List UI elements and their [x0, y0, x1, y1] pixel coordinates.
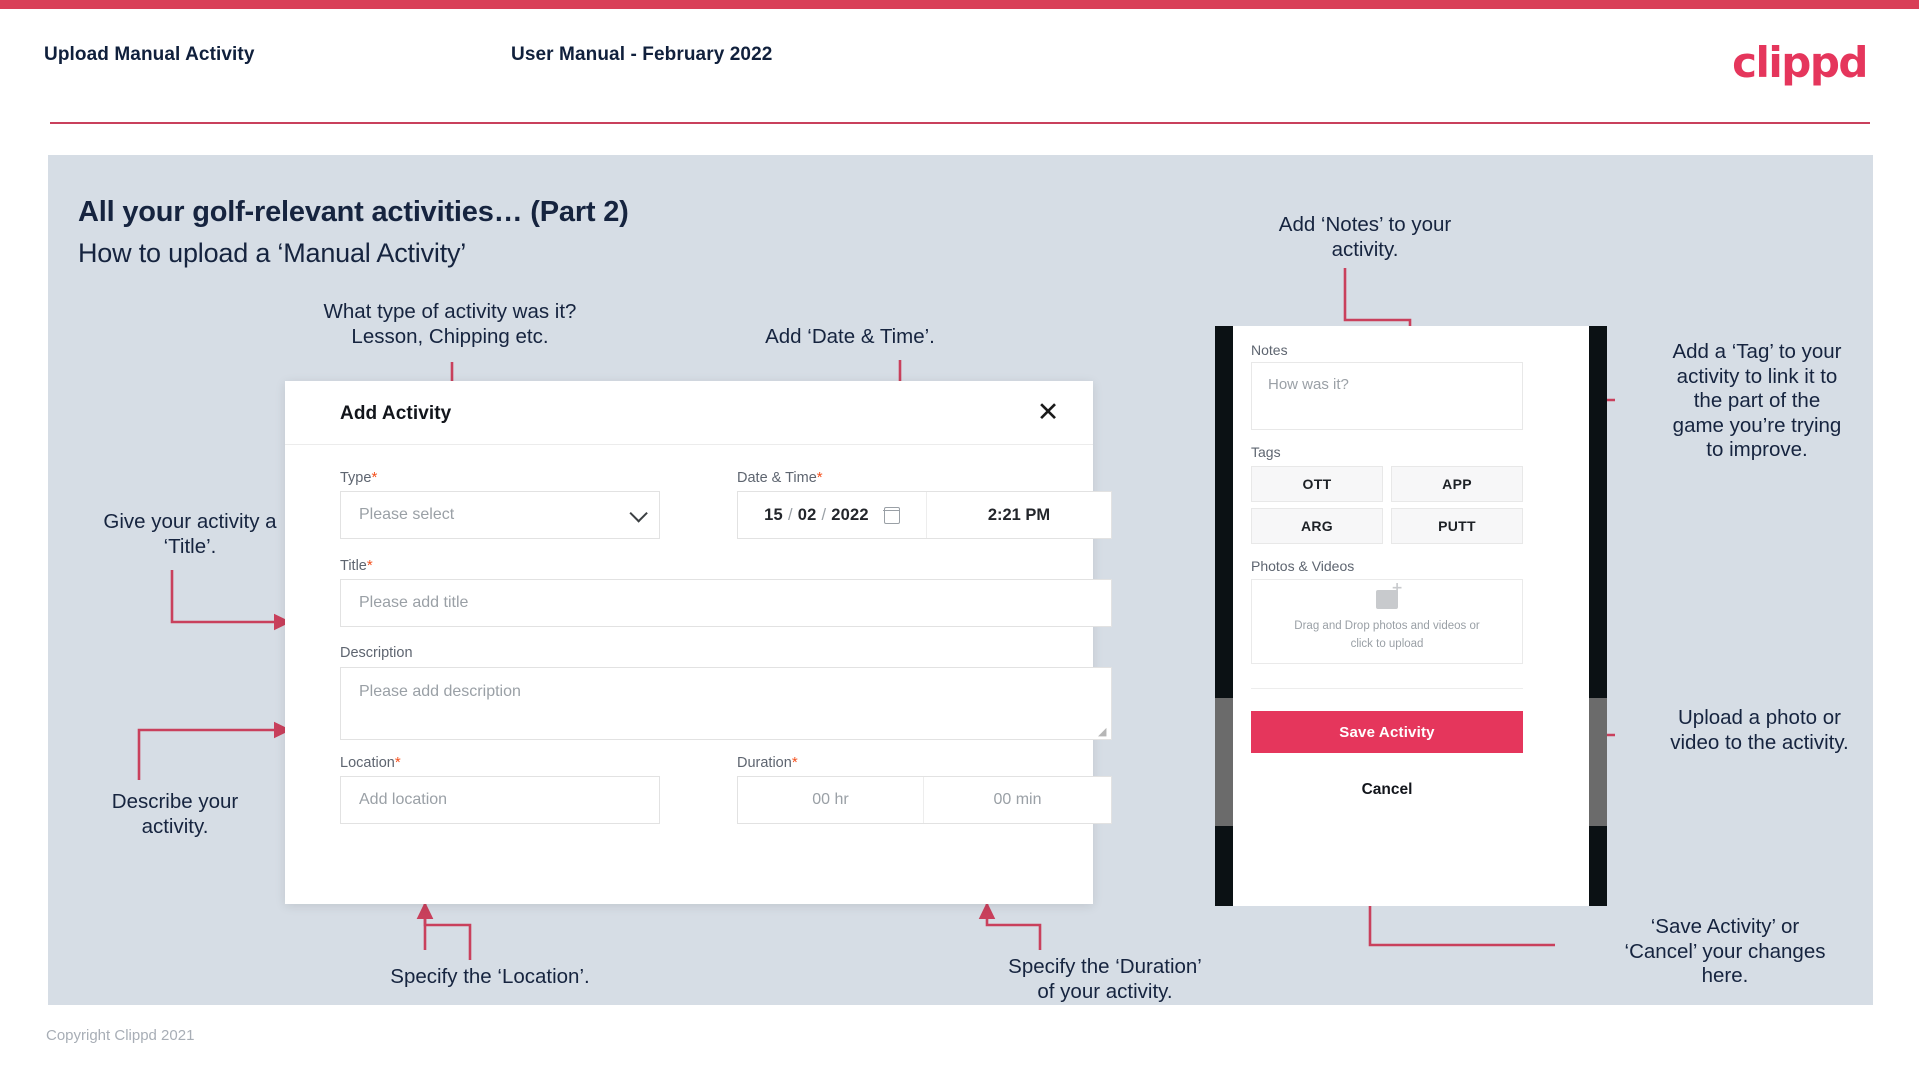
header-divider — [50, 122, 1870, 124]
media-label: Photos & Videos — [1251, 558, 1355, 574]
duration-label: Duration* — [737, 754, 798, 771]
description-label: Description — [340, 645, 413, 661]
notes-input[interactable]: How was it? — [1251, 362, 1523, 430]
date-year: 2022 — [831, 505, 869, 524]
annotation-save: ‘Save Activity’ or ‘Cancel’ your changes h… — [1624, 915, 1826, 988]
calendar-icon[interactable] — [883, 506, 901, 524]
notes-placeholder: How was it? — [1268, 376, 1349, 393]
footer-copyright: Copyright Clippd 2021 — [46, 1027, 195, 1044]
annotation-description: Describe your activity. — [111, 790, 239, 838]
phone-bezel-left — [1215, 326, 1233, 906]
datetime-group: 15 / 02 / 2022 2:21 PM — [737, 491, 1112, 539]
tag-app-button[interactable]: APP — [1391, 466, 1523, 502]
cancel-button[interactable]: Cancel — [1251, 776, 1523, 804]
notes-label: Notes — [1251, 342, 1288, 358]
datetime-label: Date & Time* — [737, 469, 823, 486]
location-input[interactable]: Add location — [340, 776, 660, 824]
phone-bezel-right — [1589, 326, 1607, 906]
date-month: 02 — [797, 505, 817, 524]
duration-minutes-input[interactable]: 00 min — [924, 777, 1111, 823]
title-placeholder: Please add title — [359, 594, 469, 611]
phone-divider — [1251, 688, 1523, 689]
date-input[interactable]: 15 / 02 / 2022 — [738, 492, 927, 538]
type-select[interactable]: Please select — [340, 491, 660, 539]
modal-title: Add Activity — [340, 403, 452, 424]
tags-label: Tags — [1251, 444, 1281, 460]
annotation-location: Specify the ‘Location’. — [390, 965, 590, 988]
tag-putt-button[interactable]: PUTT — [1391, 508, 1523, 544]
tag-arg-button[interactable]: ARG — [1251, 508, 1383, 544]
resize-handle-icon[interactable]: ◢ — [1098, 727, 1108, 738]
duration-group: 00 hr 00 min — [737, 776, 1112, 824]
page-title: Upload Manual Activity — [44, 44, 255, 65]
type-placeholder: Please select — [359, 506, 455, 523]
upload-hint: Drag and Drop photos and videos or click… — [1294, 620, 1480, 650]
phone-mockup: Notes How was it? Tags OTT APP ARG PUTT … — [1215, 326, 1607, 906]
description-input[interactable]: Please add description ◢ — [340, 667, 1112, 740]
time-input[interactable]: 2:21 PM — [927, 492, 1111, 538]
image-add-icon — [1376, 581, 1403, 610]
page-subtitle: User Manual - February 2022 — [511, 44, 773, 65]
add-activity-modal: Add Activity ✕ Type* Please select Date … — [285, 381, 1112, 904]
close-icon[interactable]: ✕ — [1031, 395, 1065, 429]
title-label: Title* — [340, 557, 373, 574]
location-placeholder: Add location — [359, 791, 448, 808]
annotation-tags: Add a ‘Tag’ to your activity to link it t… — [1672, 340, 1842, 462]
description-placeholder: Please add description — [359, 683, 521, 700]
top-accent-bar — [0, 0, 1919, 9]
phone-screen: Notes How was it? Tags OTT APP ARG PUTT … — [1233, 326, 1589, 906]
clippd-logo: clippd — [1732, 38, 1868, 87]
title-input[interactable]: Please add title — [340, 579, 1112, 627]
duration-hours-input[interactable]: 00 hr — [738, 777, 924, 823]
type-label: Type* — [340, 469, 378, 486]
annotation-duration: Specify the ‘Duration’ of your activity. — [1008, 955, 1202, 1003]
location-label: Location* — [340, 754, 401, 771]
save-activity-button[interactable]: Save Activity — [1251, 711, 1523, 753]
tag-ott-button[interactable]: OTT — [1251, 466, 1383, 502]
slide-heading: All your golf-relevant activities… (Part… — [78, 196, 629, 228]
chevron-down-icon — [629, 503, 648, 523]
slide-subheading: How to upload a ‘Manual Activity’ — [78, 238, 467, 268]
annotation-datetime: Add ‘Date & Time’. — [765, 325, 935, 348]
date-day: 15 — [764, 505, 783, 524]
annotation-media: Upload a photo or video to the activity. — [1670, 706, 1849, 754]
modal-header: Add Activity ✕ — [285, 381, 1093, 445]
annotation-notes: Add ‘Notes’ to your activity. — [1278, 213, 1452, 261]
annotation-type: What type of activity was it? Lesson, Chi… — [323, 300, 577, 348]
media-dropzone[interactable]: Drag and Drop photos and videos or click… — [1251, 579, 1523, 664]
